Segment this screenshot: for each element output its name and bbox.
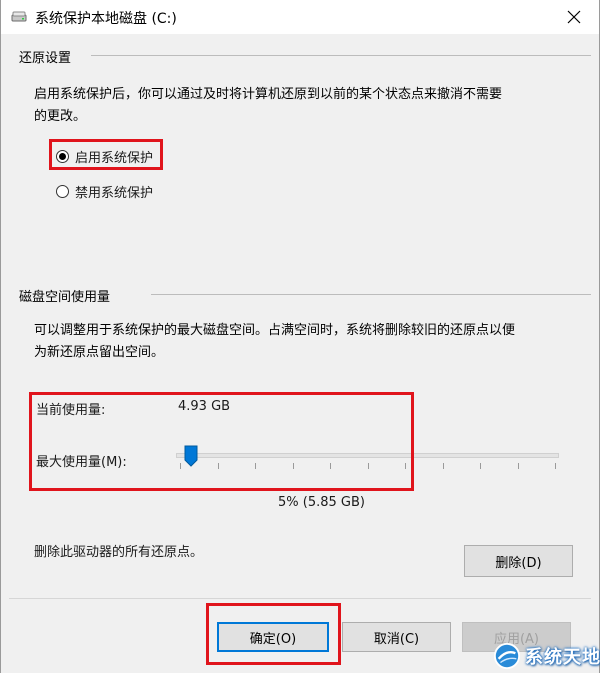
max-usage-value: 5% (5.85 GB) xyxy=(278,495,365,510)
current-usage-label: 当前使用量: xyxy=(36,403,106,418)
watermark-globe-icon xyxy=(493,642,521,670)
radio-enable-protection[interactable]: 启用系统保护 xyxy=(56,147,153,166)
group-divider xyxy=(151,294,591,295)
slider-tick xyxy=(255,463,256,469)
disk-usage-description-line-1: 可以调整用于系统保护的最大磁盘空间。占满空间时，系统将删除较旧的还原点以便 xyxy=(34,323,516,338)
slider-tick xyxy=(292,463,294,469)
radio-selected-icon xyxy=(56,150,69,163)
slider-tick xyxy=(180,463,181,469)
restore-description: 启用系统保护后，你可以通过及时将计算机还原到以前的某个状态点来撤消不需要 的更改… xyxy=(34,84,584,128)
delete-description: 删除此驱动器的所有还原点。 xyxy=(34,545,204,560)
current-usage-value: 4.93 GB xyxy=(178,399,231,414)
delete-button[interactable]: 删除(D) xyxy=(464,545,573,577)
cancel-button[interactable]: 取消(C) xyxy=(342,622,451,652)
disk-usage-description-line-2: 为新还原点留出空间。 xyxy=(34,345,165,360)
watermark-text: 系统天地 xyxy=(525,647,600,668)
drive-icon xyxy=(11,11,27,22)
slider-tick xyxy=(442,463,444,469)
slider-tick xyxy=(367,463,369,469)
radio-disable-protection[interactable]: 禁用系统保护 xyxy=(56,182,153,201)
disk-usage-heading: 磁盘空间使用量 xyxy=(19,290,111,305)
max-usage-label: 最大使用量(M): xyxy=(36,455,127,470)
slider-tick xyxy=(555,463,556,469)
slider-tick xyxy=(217,463,219,469)
slider-tick xyxy=(405,463,406,469)
footer-separator xyxy=(9,598,591,599)
close-icon xyxy=(567,10,581,24)
radio-disable-label: 禁用系统保护 xyxy=(75,186,154,201)
watermark-logo: 系统天地 xyxy=(493,639,600,673)
slider-tick xyxy=(330,463,331,469)
restore-description-line-2: 的更改。 xyxy=(34,109,87,124)
max-usage-slider-thumb[interactable] xyxy=(184,445,198,467)
restore-description-line-1: 启用系统保护后，你可以通过及时将计算机还原到以前的某个状态点来撤消不需要 xyxy=(34,87,503,102)
group-divider xyxy=(91,55,591,56)
window-title: 系统保护本地磁盘 (C:) xyxy=(35,11,177,27)
slider-tick xyxy=(480,463,481,469)
max-usage-slider-track[interactable] xyxy=(176,453,559,458)
ok-button[interactable]: 确定(O) xyxy=(217,622,329,652)
slider-tick xyxy=(517,463,519,469)
radio-unselected-icon xyxy=(56,185,69,198)
system-protection-dialog: 系统保护本地磁盘 (C:) 还原设置 启用系统保护后，你可以通过及时将计算机还原… xyxy=(0,0,600,673)
restore-settings-heading: 还原设置 xyxy=(19,51,72,66)
radio-enable-label: 启用系统保护 xyxy=(75,151,154,166)
close-button[interactable] xyxy=(555,3,593,31)
disk-usage-description: 可以调整用于系统保护的最大磁盘空间。占满空间时，系统将删除较旧的还原点以便 为新… xyxy=(34,320,589,364)
title-bar: 系统保护本地磁盘 (C:) xyxy=(1,0,599,34)
